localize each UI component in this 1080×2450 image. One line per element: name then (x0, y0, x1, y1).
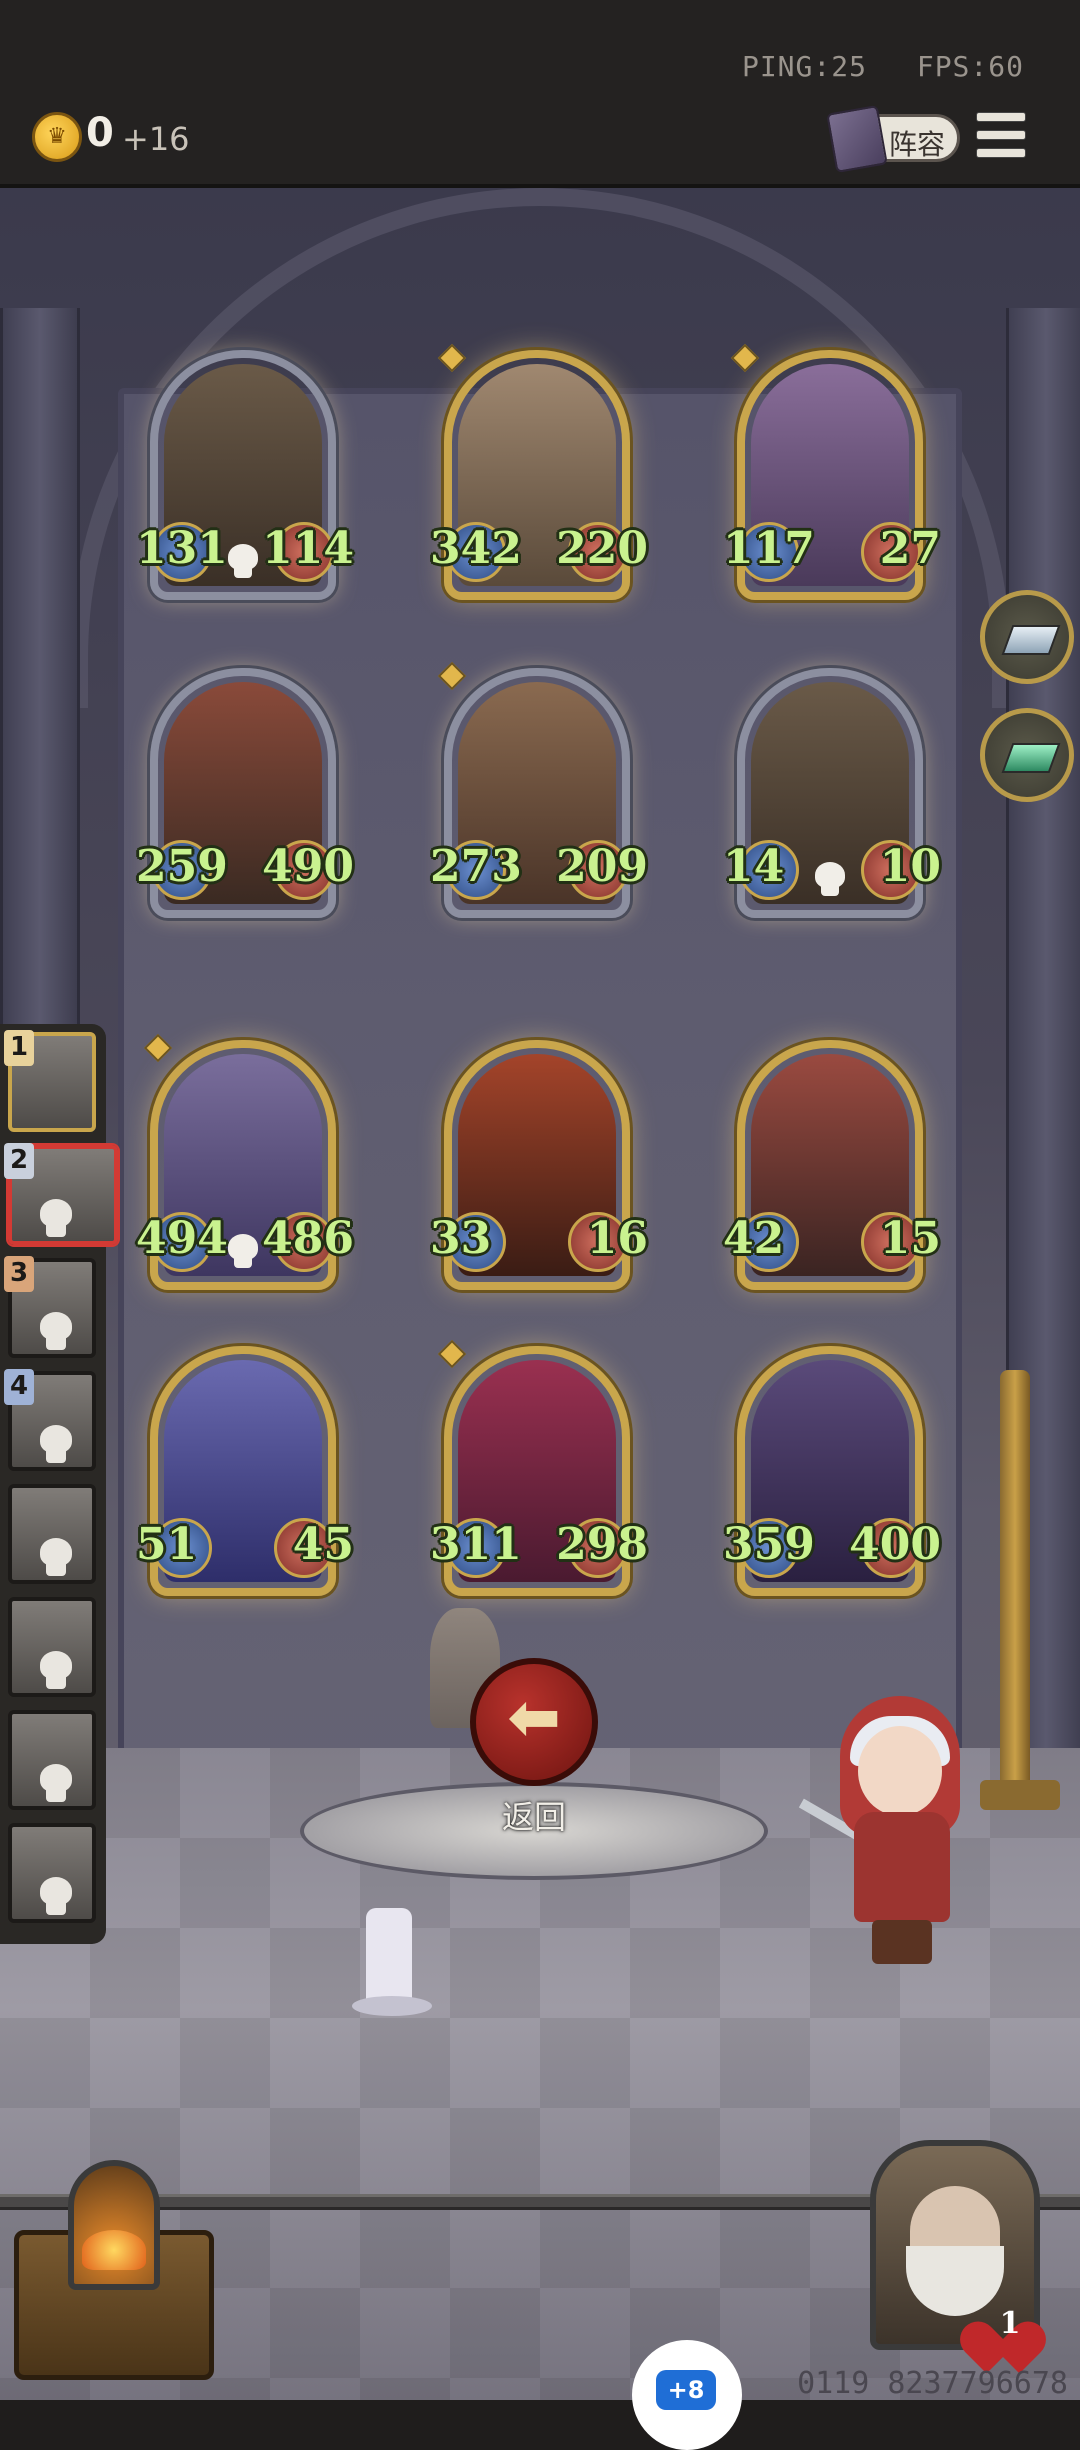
enemy-minion-card[interactable]: 131 114 (136, 350, 354, 600)
rank-badge: 3 (4, 1256, 34, 1292)
health-value: 27 (879, 523, 941, 574)
skull-icon (225, 1234, 261, 1270)
return-label: 返回 (501, 1798, 566, 1836)
top-bar: PING:25 FPS:60 ♛ 0 +16 阵容 (0, 0, 1080, 188)
fps-text: FPS:60 (916, 50, 1024, 83)
golden-harp (980, 1370, 1080, 1810)
rank-badge: 4 (4, 1369, 34, 1405)
health-value: 114 (262, 523, 354, 574)
player-minion-card[interactable]: 51 45 (136, 1346, 354, 1596)
attack-value: 117 (723, 523, 815, 574)
opponent-health: 1 (999, 2306, 1021, 2341)
crown-coin-icon: ♛ (32, 112, 82, 162)
skull-icon (36, 1312, 76, 1352)
health-value: 209 (556, 841, 648, 892)
skull-icon (36, 1764, 76, 1804)
candle (366, 1908, 412, 2008)
opponent-list: 1 2 3 4 (0, 1024, 118, 1944)
enemy-minion-card[interactable]: 14 10 (723, 668, 941, 918)
player-id: 0119 8237796678 (797, 2366, 1068, 2401)
attack-value: 14 (723, 841, 785, 892)
hamburger-menu-icon[interactable] (976, 112, 1026, 158)
opponent-slot[interactable] (8, 1710, 96, 1810)
rank-badge: 1 (4, 1030, 34, 1066)
player-minion-card[interactable]: 359 400 (723, 1346, 941, 1596)
health-value: 45 (292, 1519, 354, 1570)
enemy-minion-card[interactable]: 259 490 (136, 668, 354, 918)
health-value: 298 (556, 1519, 648, 1570)
health-value: 400 (849, 1519, 941, 1570)
left-arrow-icon: ⬅ (507, 1681, 561, 1755)
opponent-slot[interactable] (8, 1484, 96, 1584)
health-value: 16 (586, 1213, 648, 1264)
player-minion-card[interactable]: 33 16 (430, 1040, 648, 1290)
coin-value: 0 (86, 110, 114, 156)
health-value: 15 (879, 1213, 941, 1264)
coin-bonus: +16 (122, 120, 190, 158)
health-value: 490 (262, 841, 354, 892)
health-value: 220 (556, 523, 648, 574)
silver-ingot-icon[interactable] (980, 590, 1074, 684)
chat-badge: +8 (656, 2370, 716, 2410)
attack-value: 359 (723, 1519, 815, 1570)
rank-badge: 2 (4, 1143, 34, 1179)
skull-icon (812, 862, 848, 898)
health-value: 486 (262, 1213, 354, 1264)
attack-value: 311 (430, 1519, 522, 1570)
attack-value: 42 (723, 1213, 785, 1264)
attack-value: 33 (430, 1213, 492, 1264)
skull-icon (36, 1538, 76, 1578)
attack-value: 273 (430, 841, 522, 892)
health-value: 10 (879, 841, 941, 892)
network-status: PING:25 FPS:60 (710, 50, 1024, 83)
shop-tavern-button[interactable] (14, 2160, 214, 2380)
roster-label: 阵容 (889, 128, 946, 161)
enemy-minion-card[interactable]: 117 27 (723, 343, 941, 600)
candle-base (352, 1996, 432, 2016)
skull-icon (36, 1199, 76, 1239)
skull-icon (36, 1877, 76, 1917)
chat-button[interactable]: +8 (632, 2340, 742, 2450)
attack-value: 494 (136, 1213, 228, 1264)
player-minion-card[interactable]: 311 298 (430, 1339, 648, 1596)
red-hood-hero (798, 1696, 980, 1976)
attack-value: 342 (430, 523, 522, 574)
enemy-minion-card[interactable]: 342 220 (430, 343, 648, 600)
opponent-slot[interactable]: 2 (4, 1143, 118, 1245)
attack-value: 259 (136, 841, 228, 892)
ping-text: PING:25 (741, 50, 867, 83)
opponent-slot[interactable] (8, 1597, 96, 1697)
player-minion-card[interactable]: 42 15 (723, 1040, 941, 1290)
player-minion-card[interactable]: 494 486 (136, 1033, 354, 1290)
opponent-slot[interactable]: 1 (4, 1030, 96, 1132)
opponent-slot[interactable]: 3 (4, 1256, 96, 1358)
enemy-minion-card[interactable]: 273 209 (430, 661, 648, 918)
return-button[interactable]: ⬅ (470, 1658, 598, 1786)
green-ingot-icon[interactable] (980, 708, 1074, 802)
attack-value: 131 (136, 523, 228, 574)
roster-button[interactable]: 阵容 (826, 104, 960, 174)
opponent-slot[interactable]: 4 (4, 1369, 96, 1471)
skull-icon (36, 1425, 76, 1465)
attack-value: 51 (136, 1519, 198, 1570)
book-icon (826, 104, 888, 174)
opponent-slot[interactable] (8, 1823, 96, 1923)
skull-icon (225, 544, 261, 580)
skull-icon (36, 1651, 76, 1691)
